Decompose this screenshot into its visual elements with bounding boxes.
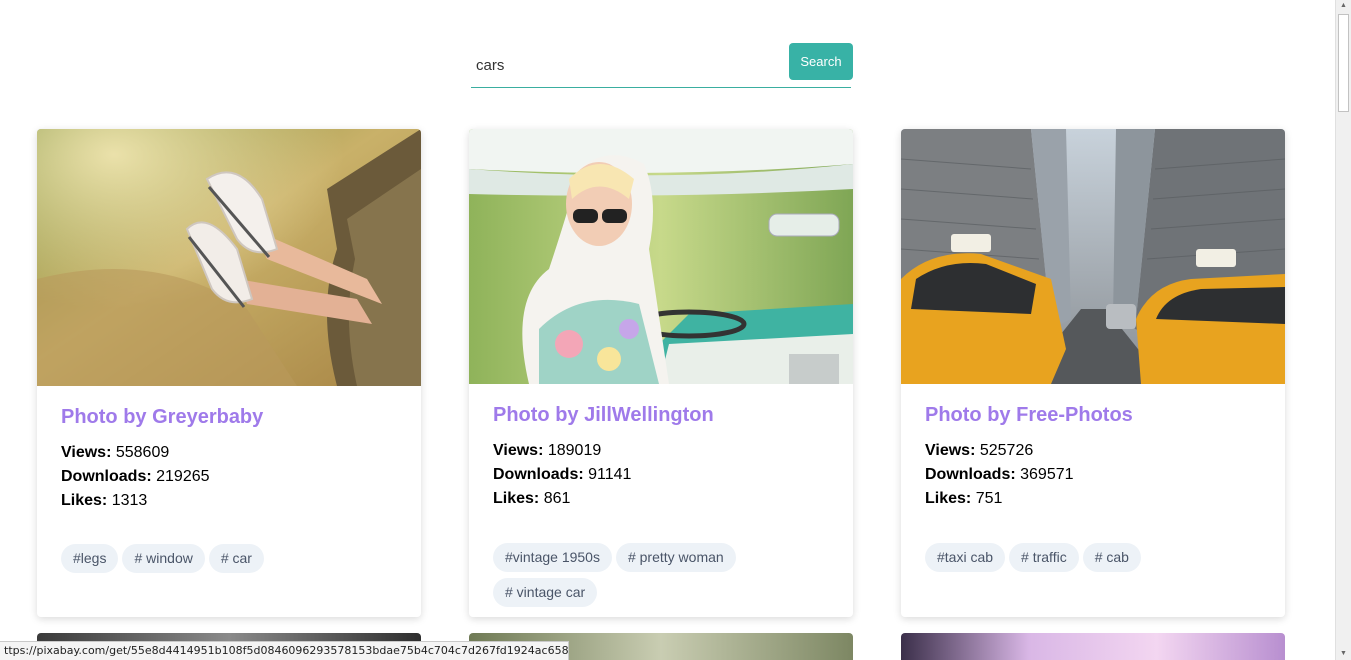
scrollbar-thumb[interactable] bbox=[1338, 14, 1349, 112]
search-underline bbox=[471, 87, 851, 88]
card-title[interactable]: Photo by Greyerbaby bbox=[61, 406, 397, 429]
tag[interactable]: #legs bbox=[61, 544, 119, 573]
search-input[interactable] bbox=[471, 43, 786, 88]
page: Search bbox=[0, 0, 1351, 660]
card-image-vintage[interactable] bbox=[469, 129, 853, 384]
search-button[interactable]: Search bbox=[789, 43, 853, 80]
views-stat: Views: 189019 bbox=[493, 442, 602, 459]
image-card: Photo by JillWellington Views: 189019 Do… bbox=[469, 129, 853, 617]
tag-list: #vintage 1950s # pretty woman # vintage ca… bbox=[493, 543, 833, 613]
tag[interactable]: #taxi cab bbox=[925, 543, 1006, 572]
tag[interactable]: # traffic bbox=[1009, 543, 1079, 572]
downloads-stat: Downloads: 219265 bbox=[61, 468, 210, 485]
search-form: Search bbox=[471, 43, 853, 89]
tag-list: #taxi cab # traffic # cab bbox=[925, 543, 1265, 578]
card-image-taxi[interactable] bbox=[901, 129, 1285, 384]
image-card: Photo by Free-Photos Views: 525726 Downl… bbox=[901, 129, 1285, 617]
photo-taxi-street bbox=[901, 129, 1285, 384]
likes-stat: Likes: 751 bbox=[925, 490, 1003, 507]
card-body: Photo by JillWellington Views: 189019 Do… bbox=[469, 384, 853, 511]
card-title[interactable]: Photo by JillWellington bbox=[493, 404, 829, 427]
next-card-image[interactable] bbox=[901, 633, 1285, 660]
scroll-up-icon[interactable]: ▲ bbox=[1336, 0, 1351, 12]
vertical-scrollbar[interactable]: ▲ ▼ bbox=[1335, 0, 1351, 660]
downloads-stat: Downloads: 369571 bbox=[925, 466, 1074, 483]
photo-vintage-woman-car bbox=[469, 129, 853, 384]
scroll-down-icon[interactable]: ▼ bbox=[1336, 648, 1351, 660]
image-card: Photo by Greyerbaby Views: 558609 Downlo… bbox=[37, 129, 421, 617]
tag[interactable]: # cab bbox=[1082, 543, 1141, 572]
status-bar-url: ttps://pixabay.com/get/55e8d4414951b108f… bbox=[0, 641, 569, 660]
photo-legs-window bbox=[37, 129, 421, 386]
tag[interactable]: # car bbox=[208, 544, 264, 573]
tag[interactable]: # vintage car bbox=[493, 578, 598, 607]
card-image-legs[interactable] bbox=[37, 129, 421, 386]
tag-list: #legs # window # car bbox=[61, 544, 401, 579]
likes-stat: Likes: 861 bbox=[493, 490, 571, 507]
card-body: Photo by Greyerbaby Views: 558609 Downlo… bbox=[37, 386, 421, 513]
views-stat: Views: 525726 bbox=[925, 442, 1034, 459]
card-body: Photo by Free-Photos Views: 525726 Downl… bbox=[901, 384, 1285, 511]
card-title[interactable]: Photo by Free-Photos bbox=[925, 404, 1261, 427]
views-stat: Views: 558609 bbox=[61, 444, 170, 461]
likes-stat: Likes: 1313 bbox=[61, 492, 148, 509]
tag[interactable]: # pretty woman bbox=[615, 543, 736, 572]
tag[interactable]: #vintage 1950s bbox=[493, 543, 612, 572]
downloads-stat: Downloads: 91141 bbox=[493, 466, 632, 483]
tag[interactable]: # window bbox=[122, 544, 205, 573]
